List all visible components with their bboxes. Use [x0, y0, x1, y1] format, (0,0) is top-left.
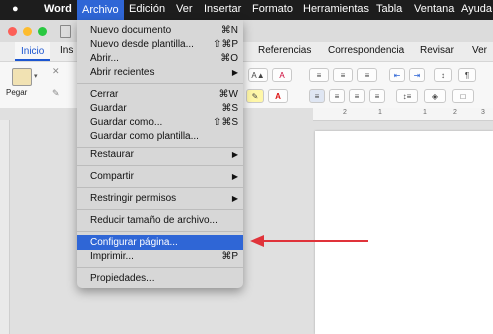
paste-button[interactable]: Pegar — [6, 88, 27, 97]
menu-item-guardar-como[interactable]: Guardar como... ⇧⌘S — [77, 115, 243, 130]
menu-ventana[interactable]: Ventana — [414, 3, 454, 15]
minimize-window-button[interactable] — [23, 27, 32, 36]
format-painter-icon[interactable]: ✎ — [52, 88, 60, 99]
apple-menu-icon[interactable]: ● — [12, 3, 19, 15]
menu-item-nuevo-desde-plantilla[interactable]: Nuevo desde plantilla... ⇧⌘P — [77, 37, 243, 52]
menu-bar: ● Word Archivo Edición Ver Insertar Form… — [0, 0, 493, 20]
archivo-menu: Nuevo documento ⌘N Nuevo desde plantilla.… — [77, 20, 243, 288]
zoom-window-button[interactable] — [38, 27, 47, 36]
decrease-indent-icon[interactable]: ⇤ — [389, 68, 405, 82]
menu-separator — [77, 231, 243, 232]
font-color-icon[interactable]: A — [268, 89, 288, 103]
vertical-ruler — [0, 120, 10, 334]
borders-icon[interactable]: □ — [452, 89, 474, 103]
menu-item-guardar-como-plantilla[interactable]: Guardar como plantilla... — [77, 129, 243, 144]
menu-item-guardar[interactable]: Guardar ⌘S — [77, 101, 243, 116]
menu-item-configurar-pagina[interactable]: Configurar página... — [77, 235, 243, 250]
menu-item-reducir-tamano[interactable]: Reducir tamaño de archivo... — [77, 213, 243, 228]
pilcrow-icon[interactable]: ¶ — [458, 68, 476, 82]
menu-item-imprimir[interactable]: Imprimir... ⌘P — [77, 249, 243, 264]
menu-item-abrir-recientes[interactable]: Abrir recientes ▶ — [77, 65, 243, 80]
multilevel-list-icon[interactable]: ≡ — [357, 68, 377, 82]
tab-revisar[interactable]: Revisar — [420, 45, 454, 56]
justify-icon[interactable]: ≡ — [369, 89, 385, 103]
menu-insertar[interactable]: Insertar — [204, 3, 241, 15]
menu-separator — [77, 209, 243, 210]
menu-ayuda[interactable]: Ayuda — [461, 3, 492, 15]
menu-item-restaurar[interactable]: Restaurar ▶ — [77, 147, 243, 162]
sort-icon[interactable]: ↕ — [434, 68, 452, 82]
menu-item-cerrar[interactable]: Cerrar ⌘W — [77, 87, 243, 102]
close-window-button[interactable] — [8, 27, 17, 36]
increase-indent-icon[interactable]: ⇥ — [409, 68, 425, 82]
menu-separator — [77, 187, 243, 188]
clear-format-icon[interactable]: A — [272, 68, 292, 82]
menu-formato[interactable]: Formato — [252, 3, 293, 15]
tab-insertar[interactable]: Ins — [60, 45, 73, 56]
menu-edicion[interactable]: Edición — [129, 3, 165, 15]
menu-archivo[interactable]: Archivo — [77, 0, 124, 20]
align-right-icon[interactable]: ≡ — [349, 89, 365, 103]
bullets-icon[interactable]: ≡ — [309, 68, 329, 82]
horizontal-ruler[interactable]: 2 1 1 2 3 — [313, 108, 493, 121]
ribbon-tab-bar: Inicio Ins Referencias Correspondencia R… — [0, 42, 493, 61]
chevron-down-icon[interactable]: ▾ — [34, 72, 38, 80]
tab-ver[interactable]: Ver — [472, 45, 487, 56]
menu-item-propiedades[interactable]: Propiedades... — [77, 271, 243, 286]
menu-tabla[interactable]: Tabla — [376, 3, 402, 15]
highlight-icon[interactable]: ✎ — [246, 89, 264, 103]
tab-correspondencia[interactable]: Correspondencia — [328, 45, 404, 56]
menu-separator — [77, 165, 243, 166]
cut-icon[interactable]: ✕ — [52, 66, 60, 77]
sidebar-toggle-icon[interactable] — [60, 25, 71, 38]
clipboard-icon[interactable] — [12, 68, 32, 86]
window-titlebar — [0, 20, 493, 42]
align-left-icon[interactable]: ≡ — [309, 89, 325, 103]
annotation-arrow-icon — [250, 235, 368, 247]
menu-item-nuevo-documento[interactable]: Nuevo documento ⌘N — [77, 23, 243, 38]
menu-herramientas[interactable]: Herramientas — [303, 3, 369, 15]
menu-item-restringir-permisos[interactable]: Restringir permisos ▶ — [77, 191, 243, 206]
shading-icon[interactable]: ◈ — [424, 89, 446, 103]
numbering-icon[interactable]: ≡ — [333, 68, 353, 82]
menu-separator — [77, 267, 243, 268]
tab-referencias[interactable]: Referencias — [258, 45, 311, 56]
align-center-icon[interactable]: ≡ — [329, 89, 345, 103]
menu-item-abrir[interactable]: Abrir... ⌘O — [77, 51, 243, 66]
menu-ver[interactable]: Ver — [176, 3, 193, 15]
menu-item-compartir[interactable]: Compartir ▶ — [77, 169, 243, 184]
tab-inicio[interactable]: Inicio — [15, 42, 51, 61]
ribbon-toolbar: ▾ Pegar ✕ ✎ A▲ A ✎ A ≡ ≡ ≡ ⇤ ⇥ ↕ ¶ ≡ ≡ ≡… — [0, 61, 493, 109]
line-spacing-icon[interactable]: ↕≡ — [396, 89, 418, 103]
menu-separator — [77, 83, 243, 84]
menu-word[interactable]: Word — [44, 3, 72, 15]
font-size-grow-icon[interactable]: A▲ — [248, 68, 268, 82]
